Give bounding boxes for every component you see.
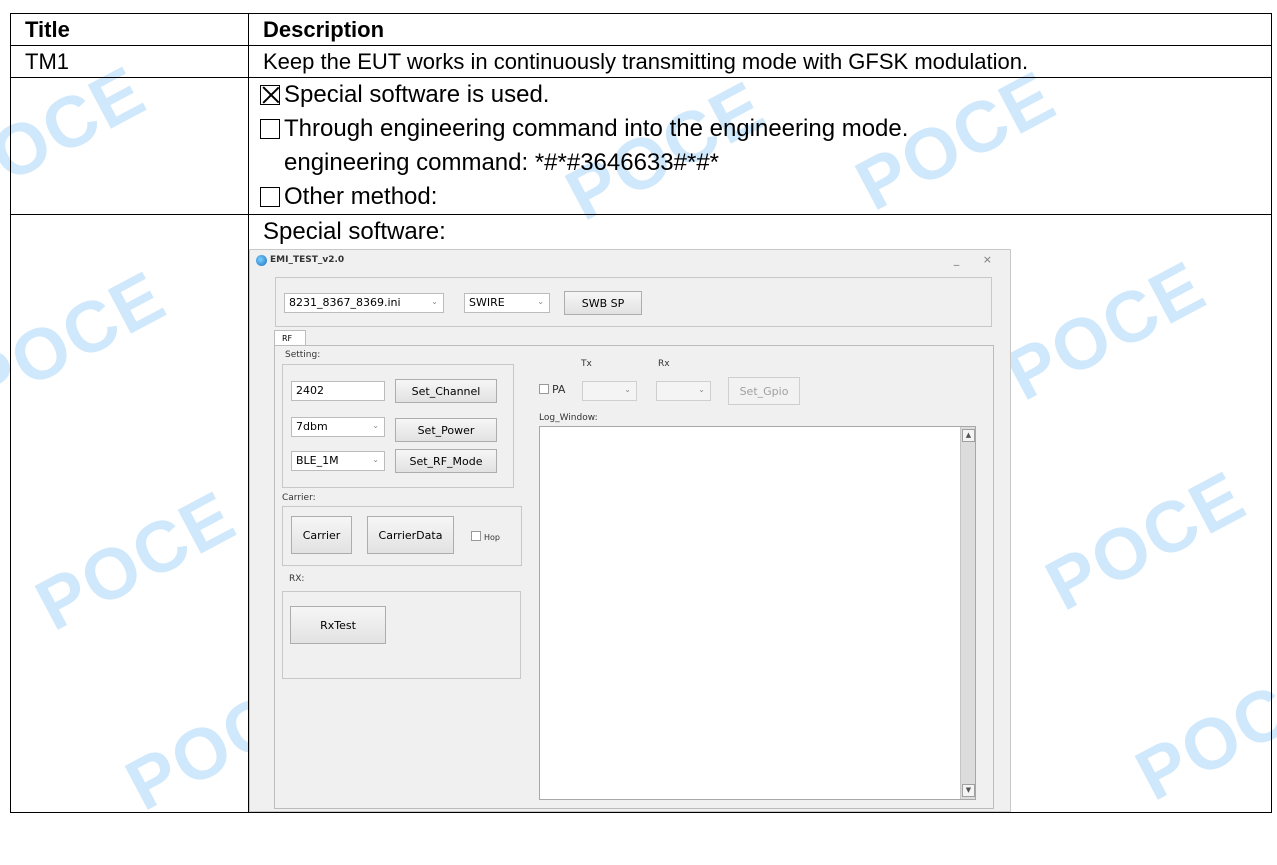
connection-group: 8231_8367_8369.ini ⌄ SWIRE ⌄ SWB SP	[275, 277, 992, 327]
engineering-command-text: engineering command: *#*#3646633#*#*	[284, 149, 719, 176]
carrier-data-button[interactable]: CarrierData	[367, 516, 454, 554]
software-cell: Special software: EMI_TEST_v2.0 _ × 8231…	[248, 214, 1272, 813]
option-other-method: Other method:	[260, 180, 1271, 214]
scroll-up-icon[interactable]: ▲	[962, 429, 975, 442]
scroll-down-icon[interactable]: ▼	[962, 784, 975, 797]
config-file-value: 8231_8367_8369.ini	[289, 296, 401, 309]
checkbox-icon[interactable]	[260, 187, 280, 207]
app-logo-icon	[256, 254, 267, 266]
tx-gpio-select[interactable]: ⌄	[582, 381, 637, 401]
log-scrollbar[interactable]: ▲ ▼	[960, 427, 975, 799]
app-title: EMI_TEST_v2.0	[270, 255, 345, 265]
special-software-label: Special software:	[263, 218, 446, 245]
swb-sp-button[interactable]: SWB SP	[564, 291, 642, 315]
interface-value: SWIRE	[469, 296, 505, 309]
test-mode-table: Title Description TM1 Keep the EUT works…	[10, 13, 1272, 813]
hop-label: Hop	[484, 533, 500, 542]
carrier-button[interactable]: Carrier	[291, 516, 352, 554]
config-file-select[interactable]: 8231_8367_8369.ini ⌄	[284, 293, 444, 313]
chevron-down-icon: ⌄	[372, 421, 379, 430]
rx-column-label: Rx	[658, 359, 670, 369]
option-engineering-command: Through engineering command into the eng…	[260, 112, 1271, 146]
pa-label: PA	[552, 383, 566, 396]
rf-mode-select[interactable]: BLE_1M ⌄	[291, 451, 385, 471]
pa-checkbox[interactable]: PA	[539, 383, 565, 396]
log-window[interactable]: ▲ ▼	[539, 426, 976, 800]
window-controls[interactable]: _ ×	[954, 253, 1002, 266]
emi-test-app-screenshot: EMI_TEST_v2.0 _ × 8231_8367_8369.ini ⌄ S…	[249, 249, 1011, 812]
rx-gpio-select[interactable]: ⌄	[656, 381, 711, 401]
chevron-down-icon: ⌄	[537, 297, 544, 306]
chevron-down-icon: ⌄	[698, 385, 705, 394]
table-header-row: Title Description	[10, 13, 1272, 46]
checkbox-icon	[471, 531, 481, 541]
hop-checkbox[interactable]: Hop	[471, 531, 500, 542]
mode-title-cell: TM1	[10, 45, 249, 78]
mode-description-cell: Keep the EUT works in continuously trans…	[248, 45, 1272, 78]
rf-tab-panel: Setting: 2402 Set_Channel 7dbm ⌄ Set_Pow…	[274, 345, 994, 809]
title-header: Title	[10, 13, 249, 46]
carrier-label: Carrier:	[282, 493, 316, 503]
option-label: Special software is used.	[284, 81, 550, 108]
option-label: Other method:	[284, 183, 438, 210]
power-select[interactable]: 7dbm ⌄	[291, 417, 385, 437]
empty-cell	[10, 77, 249, 215]
chevron-down-icon: ⌄	[431, 297, 438, 306]
set-gpio-button[interactable]: Set_Gpio	[728, 377, 800, 405]
empty-cell	[10, 214, 249, 813]
chevron-down-icon: ⌄	[372, 455, 379, 464]
method-options-cell: Special software is used. Through engine…	[248, 77, 1272, 215]
app-titlebar: EMI_TEST_v2.0	[250, 250, 1010, 270]
checkbox-icon[interactable]	[260, 119, 280, 139]
power-value: 7dbm	[296, 420, 328, 433]
tx-column-label: Tx	[581, 359, 592, 369]
channel-input[interactable]: 2402	[291, 381, 385, 401]
log-window-label: Log_Window:	[539, 413, 598, 423]
table-row: Special software: EMI_TEST_v2.0 _ × 8231…	[10, 214, 1272, 813]
table-row: TM1 Keep the EUT works in continuously t…	[10, 45, 1272, 78]
set-power-button[interactable]: Set_Power	[395, 418, 497, 442]
interface-select[interactable]: SWIRE ⌄	[464, 293, 550, 313]
rf-mode-value: BLE_1M	[296, 454, 339, 467]
set-rf-mode-button[interactable]: Set_RF_Mode	[395, 449, 497, 473]
option-special-software: Special software is used.	[260, 78, 1271, 112]
description-header: Description	[248, 13, 1272, 46]
setting-label: Setting:	[285, 350, 321, 360]
checkbox-icon	[539, 384, 549, 394]
checked-box-icon[interactable]	[260, 85, 280, 105]
set-channel-button[interactable]: Set_Channel	[395, 379, 497, 403]
option-label: Through engineering command into the eng…	[284, 115, 909, 142]
rx-label: RX:	[289, 574, 305, 584]
table-row: Special software is used. Through engine…	[10, 77, 1272, 215]
tab-rf[interactable]: RF	[274, 330, 306, 346]
chevron-down-icon: ⌄	[624, 385, 631, 394]
rx-test-button[interactable]: RxTest	[290, 606, 386, 644]
